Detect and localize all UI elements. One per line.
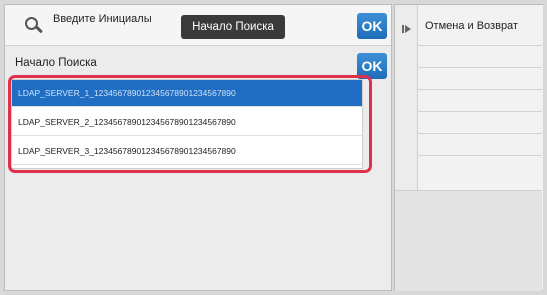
ok-button-top[interactable]: OK bbox=[357, 13, 387, 39]
highlight-frame bbox=[8, 75, 372, 173]
start-search-button[interactable]: Начало Поиска bbox=[181, 15, 285, 39]
results-title: Начало Поиска bbox=[15, 57, 97, 69]
arrow-right-icon[interactable] bbox=[405, 25, 411, 33]
divider bbox=[417, 133, 542, 134]
ldap-search-screen: Введите Инициалы Начало Поиска OK Начало… bbox=[0, 0, 547, 295]
search-bar: Введите Инициалы Начало Поиска OK bbox=[5, 5, 391, 46]
divider bbox=[417, 45, 542, 46]
divider bbox=[417, 155, 542, 156]
side-bottom-area bbox=[395, 190, 542, 291]
search-handle bbox=[35, 25, 43, 34]
divider bbox=[417, 89, 542, 90]
search-panel: Введите Инициалы Начало Поиска OK Начало… bbox=[4, 4, 392, 291]
divider bbox=[417, 111, 542, 112]
arrow-bar bbox=[402, 25, 404, 33]
undo-button[interactable]: Отмена и Возврат bbox=[425, 20, 518, 32]
side-panel: Отмена и Возврат bbox=[394, 4, 543, 291]
initials-input[interactable]: Введите Инициалы bbox=[53, 13, 173, 26]
divider bbox=[417, 67, 542, 68]
search-icon[interactable] bbox=[23, 15, 43, 35]
